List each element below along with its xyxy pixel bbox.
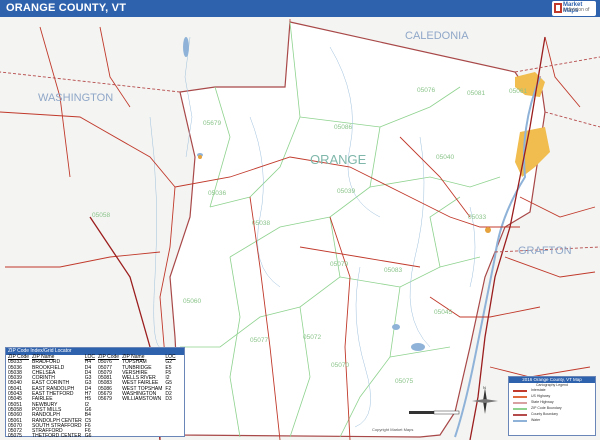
copyright-text: Copyright Market Maps (372, 427, 414, 432)
zip-label: 05075 (395, 378, 413, 385)
zip-label: 05076 (417, 87, 435, 94)
zip-locator-grid: ZIP Code ZIP Name LOC ZIP Code ZIP Name … (8, 354, 179, 440)
map-frame: ORANGE COUNTY, VT Market Maps a division… (0, 0, 600, 440)
compass-rose-icon: N (472, 386, 498, 414)
county-label: ORANGE (310, 152, 367, 167)
zip-label: 05077 (250, 337, 268, 344)
zip-locator-cell (122, 434, 165, 439)
zip-label: 05086 (334, 124, 352, 131)
zip-locator-cell: THETFORD CENTER (32, 433, 82, 440)
legend-label: ZIP Code Boundary (531, 406, 562, 410)
legend-swatch (513, 396, 527, 398)
legend-label: State Highway (531, 400, 554, 404)
map-title: ORANGE COUNTY, VT (6, 2, 127, 14)
zip-label: 05033 (468, 214, 486, 221)
zip-locator-cell: WILLIAMSTOWN (122, 396, 162, 403)
legend-item: Water (509, 418, 595, 424)
zip-locator-cell (98, 434, 122, 439)
zip-label: 05045 (434, 309, 452, 316)
legend-label: County Boundary (531, 412, 559, 416)
legend-swatch (513, 402, 527, 404)
logo-line-2: a division of (563, 7, 590, 13)
zip-label: 05079 (330, 261, 348, 268)
zip-locator-table: ZIP Code Index/Grid Locator ZIP Code ZIP… (5, 347, 185, 440)
zip-label: 05072 (303, 334, 321, 341)
scale-bar (409, 410, 460, 415)
legend-swatch (513, 414, 527, 416)
logo-icon (554, 3, 562, 13)
zip-label: 05081 (467, 90, 485, 97)
zip-locator-body: 05033 BRADFORD H4 05076 TOPSHAM G2 05036 BROOKF… (8, 359, 179, 440)
zip-locator-row: 05075 THETFORD CENTER G6 (8, 433, 179, 440)
neighbor-label-caledonia: CALEDONIA (405, 30, 469, 42)
legend-swatch (513, 408, 527, 410)
zip-label: 05038 (252, 220, 270, 227)
legend-swatch (513, 390, 527, 392)
zip-label: 05679 (203, 120, 221, 127)
legend-items: Interstate US Highway State Highway ZIP Cod… (509, 388, 595, 424)
zip-label: 05036 (208, 190, 226, 197)
publisher-logo: Market Maps a division of (552, 1, 596, 16)
zip-label: 05083 (384, 267, 402, 274)
zip-label: 05061 (509, 88, 527, 95)
zip-locator-cell (165, 434, 178, 439)
zip-label: 05039 (337, 188, 355, 195)
zip-label: 05040 (436, 154, 454, 161)
map-legend: 2016 Orange County, VT Map Cartography L… (508, 376, 596, 436)
zip-label: 05060 (183, 298, 201, 305)
zip-locator-cell: 05075 (8, 433, 22, 440)
neighbor-label-grafton: GRAFTON (518, 245, 572, 257)
header-bar: ORANGE COUNTY, VT Market Maps a division… (0, 0, 600, 17)
neighbor-label-washington: WASHINGTON (38, 92, 113, 104)
zip-label: 05070 (331, 362, 349, 369)
compass-n: N (483, 386, 486, 390)
legend-label: Interstate (531, 388, 546, 392)
zip-locator-cell: G6 (84, 433, 92, 440)
zip-label: 05058 (92, 212, 110, 219)
legend-swatch (513, 420, 527, 422)
legend-label: Water (531, 418, 541, 422)
legend-label: US Highway (531, 394, 551, 398)
